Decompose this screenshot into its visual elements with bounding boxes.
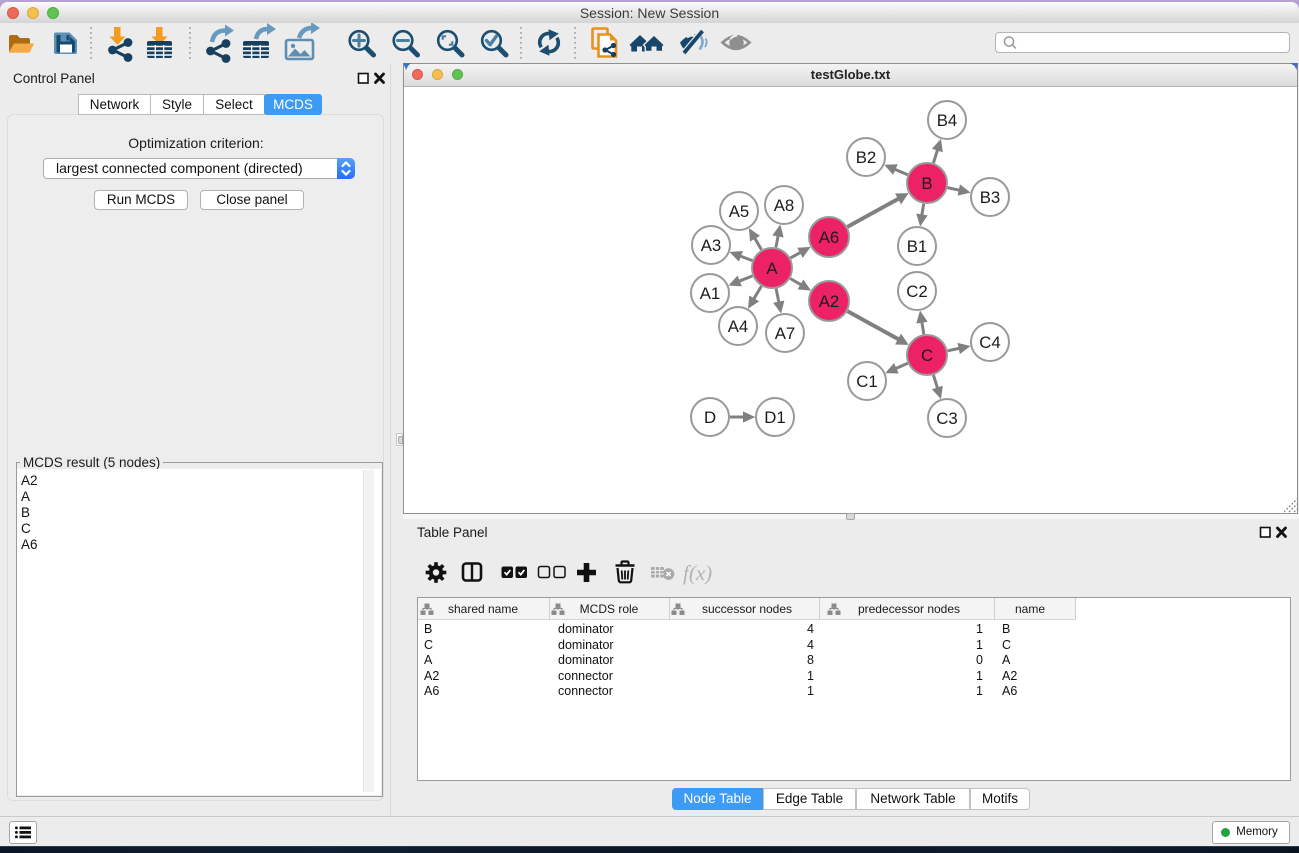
svg-text:A3: A3 — [701, 236, 722, 255]
svg-text:A8: A8 — [774, 196, 795, 215]
svg-text:B3: B3 — [980, 188, 1001, 207]
svg-text:A1: A1 — [700, 284, 721, 303]
svg-text:f(x): f(x) — [683, 561, 712, 585]
svg-text:C2: C2 — [906, 282, 927, 301]
svg-text:B4: B4 — [937, 111, 958, 130]
svg-text:A6: A6 — [819, 228, 840, 247]
svg-text:C: C — [921, 346, 933, 365]
svg-text:B2: B2 — [856, 148, 877, 167]
svg-text:B1: B1 — [907, 237, 928, 256]
svg-text:D1: D1 — [764, 408, 785, 427]
svg-text:A7: A7 — [775, 324, 796, 343]
svg-text:C3: C3 — [936, 409, 957, 428]
svg-text:C1: C1 — [856, 372, 877, 391]
svg-text:A5: A5 — [729, 202, 750, 221]
svg-text:A4: A4 — [728, 317, 749, 336]
svg-text:B: B — [921, 174, 932, 193]
svg-text:C4: C4 — [979, 333, 1000, 352]
svg-text:A2: A2 — [819, 292, 840, 311]
svg-text:D: D — [704, 408, 716, 427]
svg-text:A: A — [766, 259, 778, 278]
